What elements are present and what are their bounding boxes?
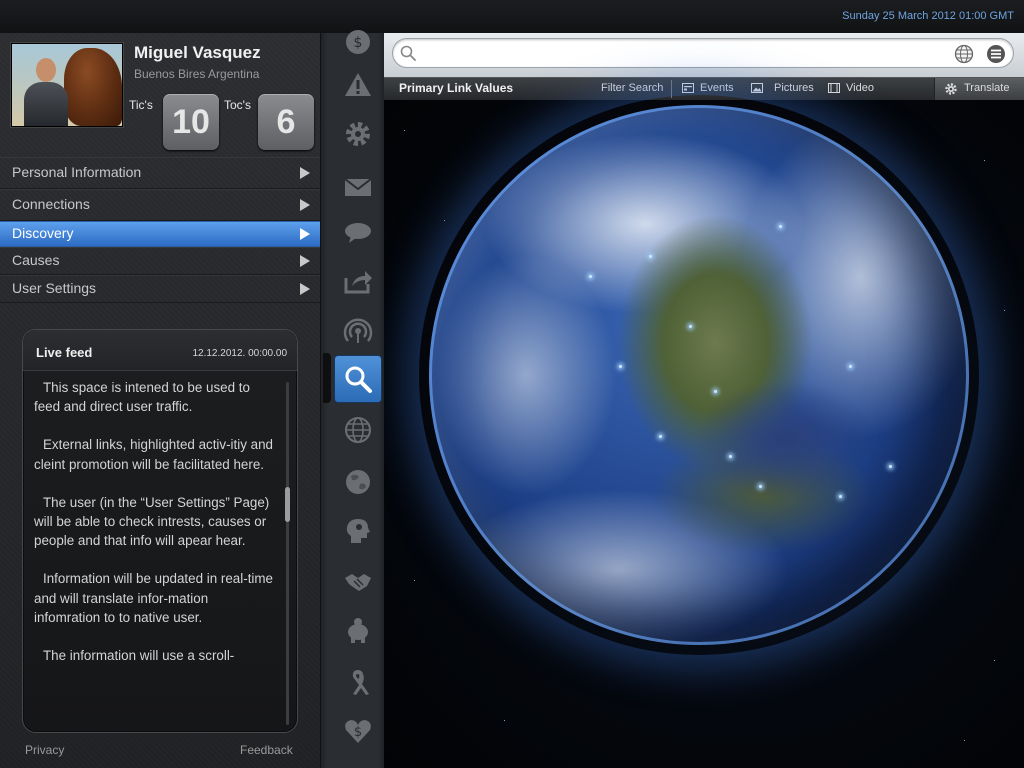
- earth-view[interactable]: [384, 100, 1024, 768]
- avatar[interactable]: [11, 43, 123, 127]
- live-feed-header: Live feed 12.12.2012. 00:00.00: [23, 330, 297, 371]
- ribbon-icon[interactable]: [343, 667, 373, 697]
- left-panel: Miguel Vasquez Buenos Bires Argentina Ti…: [0, 33, 320, 768]
- nav-menu: Personal Information Connections Discove…: [0, 157, 320, 303]
- pictures-icon: [751, 83, 763, 93]
- feed-paragraph: This space is intened to be used to feed…: [34, 380, 250, 415]
- video-button[interactable]: Video: [846, 82, 874, 94]
- share-icon[interactable]: [343, 266, 373, 296]
- globe-button-icon[interactable]: [954, 44, 974, 64]
- feed-paragraph: The information will use a scroll-: [43, 648, 235, 664]
- live-feed-date: 12.12.2012. 00:00.00: [192, 348, 287, 359]
- head-gears-icon[interactable]: [343, 516, 373, 546]
- chevron-right-icon: [300, 255, 310, 267]
- dollar-icon[interactable]: $: [343, 27, 373, 57]
- globe-grid-icon[interactable]: [343, 415, 373, 445]
- privacy-link[interactable]: Privacy: [25, 743, 64, 757]
- tocs-count: 6: [258, 94, 314, 150]
- nav-item-user-settings[interactable]: User Settings: [0, 275, 320, 303]
- datetime-label: Sunday 25 March 2012 01:00 GMT: [842, 10, 1014, 22]
- menu-icon[interactable]: [986, 44, 1006, 64]
- broadcast-icon[interactable]: [343, 316, 373, 346]
- warning-icon[interactable]: [343, 70, 373, 100]
- nav-item-label: Causes: [12, 252, 60, 268]
- primary-link-values-title: Primary Link Values: [399, 81, 514, 95]
- live-feed-panel: Live feed 12.12.2012. 00:00.00 This spac…: [22, 329, 298, 733]
- nav-item-label: Personal Information: [12, 164, 142, 180]
- piggy-bank-icon[interactable]: [343, 615, 373, 645]
- feed-scrollbar-track[interactable]: [286, 382, 289, 725]
- nav-item-label: User Settings: [12, 280, 97, 296]
- earth-rim: [429, 105, 969, 645]
- events-icon: [682, 83, 694, 93]
- search-icon[interactable]: [335, 356, 381, 402]
- pictures-button[interactable]: Pictures: [774, 82, 814, 94]
- search-icon: [400, 45, 416, 61]
- feed-scrollbar-thumb[interactable]: [285, 487, 290, 522]
- video-icon: [828, 83, 840, 93]
- main-content: Primary Link Values Filter Search Events…: [384, 33, 1024, 768]
- live-feed-title: Live feed: [36, 345, 93, 360]
- nav-item-causes[interactable]: Causes: [0, 247, 320, 275]
- status-bar: Sunday 25 March 2012 01:00 GMT: [0, 0, 1024, 34]
- icon-strip: $ $: [320, 30, 386, 768]
- nav-item-discovery[interactable]: Discovery: [0, 221, 320, 247]
- chevron-right-icon: [300, 228, 310, 240]
- user-name: Miguel Vasquez: [134, 43, 261, 62]
- speech-bubble-icon[interactable]: [343, 218, 373, 248]
- gear-icon: [945, 83, 957, 95]
- nav-item-label: Connections: [12, 196, 90, 212]
- nav-item-connections[interactable]: Connections: [0, 189, 320, 221]
- chevron-right-icon: [300, 283, 310, 295]
- tics-label: Tic's: [129, 98, 153, 112]
- tocs-label: Toc's: [224, 98, 251, 112]
- translate-button[interactable]: Translate: [934, 78, 1024, 100]
- search-bar: [384, 33, 1024, 77]
- search-input[interactable]: [392, 38, 1014, 68]
- nav-item-personal-information[interactable]: Personal Information: [0, 157, 320, 189]
- events-button[interactable]: Events: [700, 82, 734, 94]
- feed-paragraph: External links, highlighted activ-itiy a…: [34, 437, 273, 472]
- chevron-right-icon: [300, 167, 310, 179]
- live-feed-body: This space is intened to be used to feed…: [34, 378, 274, 684]
- tics-count: 10: [163, 94, 219, 150]
- gear-icon[interactable]: [343, 119, 373, 149]
- svg-text:$: $: [354, 725, 362, 740]
- feed-paragraph: The user (in the “User Settings” Page) w…: [34, 494, 270, 549]
- feedback-link[interactable]: Feedback: [240, 743, 293, 757]
- active-indicator: [323, 353, 331, 403]
- svg-text:$: $: [354, 35, 363, 51]
- heart-dollar-icon[interactable]: $: [343, 716, 373, 746]
- mail-icon[interactable]: [343, 172, 373, 202]
- user-location: Buenos Bires Argentina: [134, 67, 260, 81]
- handshake-icon[interactable]: [343, 566, 373, 596]
- nav-item-label: Discovery: [12, 225, 74, 241]
- filter-search-button[interactable]: Filter Search: [601, 82, 663, 94]
- translate-label: Translate: [964, 82, 1010, 94]
- globe-icon[interactable]: [343, 467, 373, 497]
- feed-paragraph: Information will be updated in real-time…: [34, 571, 273, 625]
- chevron-right-icon: [300, 199, 310, 211]
